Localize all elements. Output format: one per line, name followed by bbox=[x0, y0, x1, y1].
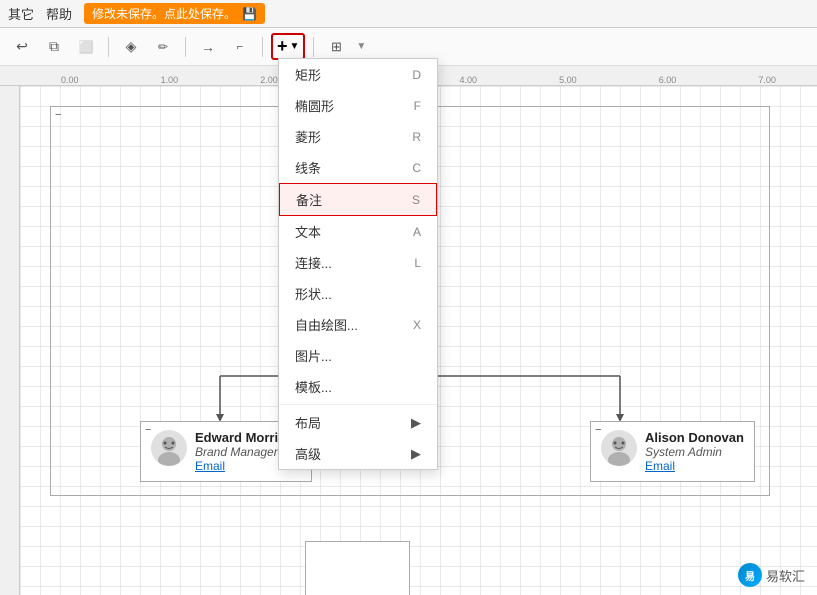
menu-separator bbox=[279, 404, 437, 405]
menu-other[interactable]: 其它 bbox=[8, 4, 34, 23]
ruler-7: 7.00 bbox=[717, 75, 817, 85]
menu-label-line: 线条 bbox=[295, 158, 321, 177]
advanced-arrow: ▶ bbox=[411, 446, 421, 462]
menu-item-layout[interactable]: 布局 ▶ bbox=[279, 407, 437, 438]
menu-item-connect[interactable]: 连接... L bbox=[279, 247, 437, 278]
donovan-minimize[interactable]: − bbox=[595, 424, 601, 436]
menu-shortcut-freedraw: X bbox=[413, 318, 421, 332]
dropdown-menu: 矩形 D 椭圆形 F 菱形 R 线条 C 备注 S 文本 A 连接... L 形… bbox=[278, 58, 438, 470]
save-icon[interactable]: 💾 bbox=[242, 7, 257, 21]
menu-shortcut-diamond: R bbox=[412, 130, 421, 144]
unsaved-text: 修改未保存。点此处保存。 bbox=[92, 5, 236, 22]
copy-button[interactable]: ⧉ bbox=[40, 33, 68, 61]
menu-label-advanced: 高级 bbox=[295, 444, 321, 463]
donovan-name: Alison Donovan bbox=[645, 430, 744, 445]
unsaved-notice[interactable]: 修改未保存。点此处保存。 💾 bbox=[84, 3, 265, 24]
table-button[interactable]: ⊞ bbox=[322, 33, 350, 61]
menu-shortcut-connect: L bbox=[414, 256, 421, 270]
donovan-info: Alison Donovan System Admin Email bbox=[645, 430, 744, 473]
menu-shortcut-note: S bbox=[412, 193, 420, 207]
ruler-0: 0.00 bbox=[20, 75, 120, 85]
ruler-5: 5.00 bbox=[518, 75, 618, 85]
donovan-role: System Admin bbox=[645, 445, 744, 459]
donovan-email[interactable]: Email bbox=[645, 459, 744, 473]
menu-label-shape: 形状... bbox=[295, 284, 332, 303]
edward-avatar bbox=[151, 430, 187, 466]
menu-item-shape[interactable]: 形状... bbox=[279, 278, 437, 309]
top-bar: 其它 帮助 修改未保存。点此处保存。 💾 bbox=[0, 0, 817, 28]
menu-item-ellipse[interactable]: 椭圆形 F bbox=[279, 90, 437, 121]
undo-button[interactable]: ↩ bbox=[8, 33, 36, 61]
ruler-6: 6.00 bbox=[618, 75, 718, 85]
ruler-1: 1.00 bbox=[120, 75, 220, 85]
menu-label-template: 模板... bbox=[295, 377, 332, 396]
separator-2 bbox=[185, 37, 186, 57]
menu-label-ellipse: 椭圆形 bbox=[295, 96, 334, 115]
separator-3 bbox=[262, 37, 263, 57]
menu-item-rect[interactable]: 矩形 D bbox=[279, 59, 437, 90]
waypoint-button[interactable]: ⌐ bbox=[226, 33, 254, 61]
menu-label-connect: 连接... bbox=[295, 253, 332, 272]
menu-label-diamond: 菱形 bbox=[295, 127, 321, 146]
menu-label-note: 备注 bbox=[296, 190, 322, 209]
menu-item-text[interactable]: 文本 A bbox=[279, 216, 437, 247]
add-shape-button[interactable]: + ▼ bbox=[271, 33, 305, 60]
menu-item-image[interactable]: 图片... bbox=[279, 340, 437, 371]
branding: 易 易软汇 bbox=[738, 563, 805, 587]
bottom-rect bbox=[305, 541, 410, 595]
separator-4 bbox=[313, 37, 314, 57]
layout-arrow: ▶ bbox=[411, 415, 421, 431]
separator-1 bbox=[108, 37, 109, 57]
menu-shortcut-ellipse: F bbox=[414, 99, 421, 113]
menu-shortcut-rect: D bbox=[412, 68, 421, 82]
person-card-donovan: − Alison Donovan System Admin Email bbox=[590, 421, 755, 482]
menu-label-image: 图片... bbox=[295, 346, 332, 365]
donovan-avatar bbox=[601, 430, 637, 466]
menu-item-diamond[interactable]: 菱形 R bbox=[279, 121, 437, 152]
top-bar-menu: 其它 帮助 bbox=[8, 4, 72, 23]
menu-item-note[interactable]: 备注 S bbox=[279, 183, 437, 216]
menu-shortcut-line: C bbox=[412, 161, 421, 175]
arrow-button[interactable]: → bbox=[194, 33, 222, 61]
menu-item-freedraw[interactable]: 自由绘图... X bbox=[279, 309, 437, 340]
stroke-button[interactable]: ✏ bbox=[149, 33, 177, 61]
paste-button[interactable]: ⬜ bbox=[72, 33, 100, 61]
menu-shortcut-text: A bbox=[413, 225, 421, 239]
menu-label-freedraw: 自由绘图... bbox=[295, 315, 358, 334]
fill-button[interactable]: ◈ bbox=[117, 33, 145, 61]
add-dropdown-arrow: ▼ bbox=[290, 41, 300, 52]
menu-help[interactable]: 帮助 bbox=[46, 4, 72, 23]
outer-minimize[interactable]: − bbox=[55, 109, 61, 121]
menu-item-template[interactable]: 模板... bbox=[279, 371, 437, 402]
menu-label-text: 文本 bbox=[295, 222, 321, 241]
menu-label-layout: 布局 bbox=[295, 413, 321, 432]
menu-item-advanced[interactable]: 高级 ▶ bbox=[279, 438, 437, 469]
edward-minimize[interactable]: − bbox=[145, 424, 151, 436]
branding-text: 易软汇 bbox=[766, 566, 805, 585]
menu-item-line[interactable]: 线条 C bbox=[279, 152, 437, 183]
ruler-left bbox=[0, 86, 20, 595]
table-arrow: ▼ bbox=[356, 41, 366, 52]
add-icon: + bbox=[277, 36, 288, 57]
menu-label-rect: 矩形 bbox=[295, 65, 321, 84]
branding-logo: 易 bbox=[738, 563, 762, 587]
